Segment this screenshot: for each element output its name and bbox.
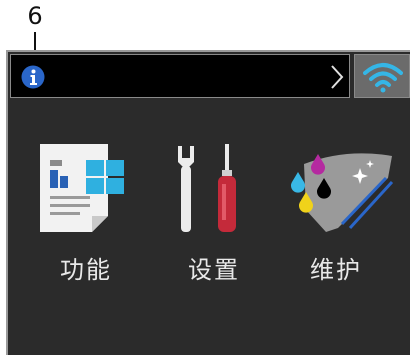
maintenance-tile[interactable]: 维护	[276, 138, 396, 298]
wifi-button[interactable]	[354, 54, 410, 98]
chevron-right-icon[interactable]	[329, 64, 345, 90]
wifi-icon	[363, 63, 403, 93]
ink-maintenance-icon	[291, 153, 394, 232]
settings-tile[interactable]: 设置	[154, 138, 274, 298]
info-icon[interactable]	[21, 65, 45, 89]
status-bar[interactable]	[10, 54, 350, 98]
functions-tile[interactable]: 功能	[26, 138, 146, 298]
callout-number: 6	[27, 2, 43, 30]
functions-icon	[40, 144, 124, 232]
maintenance-label: 维护	[310, 256, 362, 284]
functions-label: 功能	[60, 256, 112, 284]
printer-touchscreen: 功能 设置 维护	[6, 50, 410, 355]
settings-label: 设置	[188, 256, 240, 284]
settings-tools-icon	[178, 144, 236, 232]
